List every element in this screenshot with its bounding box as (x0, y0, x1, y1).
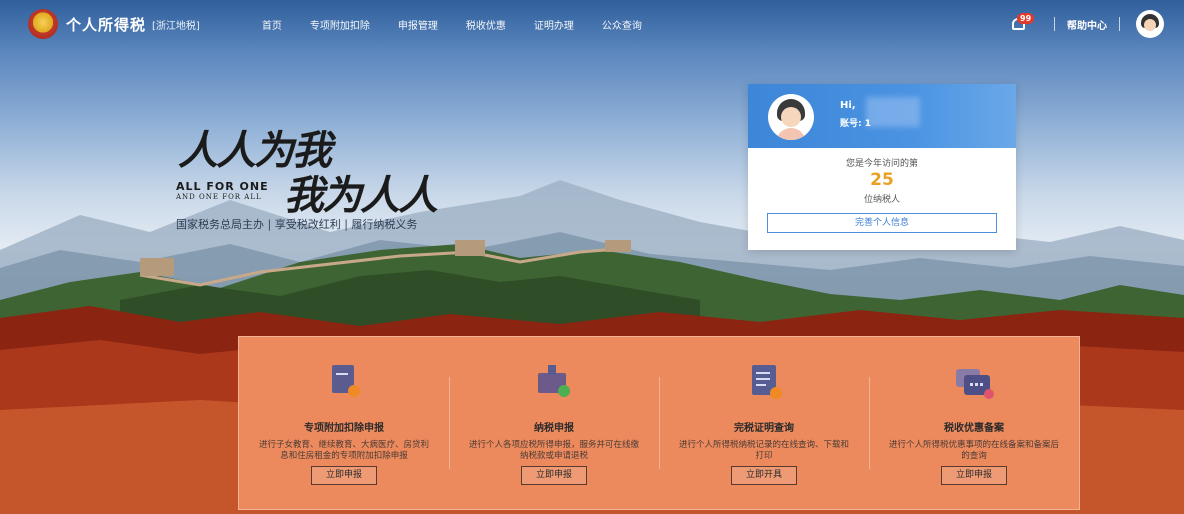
nav-item-public-query[interactable]: 公众查询 (588, 17, 656, 32)
avatar-body (776, 128, 806, 140)
service-card-tax-benefit: 税收优惠备案 进行个人所得税优惠事项的在线备案和备案后的查询 立即申报 (869, 337, 1079, 509)
doc-line (756, 384, 766, 386)
visit-prefix: 您是今年访问的第 (845, 159, 918, 169)
hero-tagline: 国家税务总局主办 | 享受税改红利 | 履行纳税义务 (176, 218, 418, 231)
service-description: 进行个人所得税优惠事项的在线备案和备案后的查询 (888, 440, 1059, 461)
service-description: 进行个人所得税纳税记录的在线查询、下载和打印 (678, 440, 849, 461)
user-card-header: Hi, 账号: 1 (748, 84, 1016, 148)
seal-badge (770, 387, 782, 399)
dot (970, 383, 973, 386)
apply-now-button[interactable]: 立即申报 (941, 466, 1007, 485)
service-title: 税收优惠备案 (944, 423, 1004, 434)
apply-now-button[interactable]: 立即申报 (311, 466, 377, 485)
visit-count: 25 (870, 170, 894, 190)
calligraphy-line-2: 我为人人 (284, 172, 438, 219)
tax-filing-icon (532, 361, 576, 405)
redacted-name (866, 97, 920, 127)
nav-item-filing-management[interactable]: 申报管理 (384, 17, 452, 32)
account-label: 账号: 1 (840, 119, 871, 129)
nav-item-special-deduction[interactable]: 专项附加扣除 (296, 17, 384, 32)
issue-now-button[interactable]: 立即开具 (731, 466, 797, 485)
services-panel: 专项附加扣除申报 进行子女教育、继续教育、大病医疗、房贷利息和住房租金的专项附加… (238, 336, 1080, 510)
user-avatar[interactable] (1136, 10, 1164, 38)
pencil-badge (348, 385, 360, 397)
top-nav-bar: 个人所得税 [浙江地税] 首页 专项附加扣除 申报管理 税收优惠 证明办理 公众… (0, 0, 1184, 48)
deduction-form-icon (322, 361, 366, 405)
service-title: 纳税申报 (534, 423, 574, 434)
service-title: 专项附加扣除申报 (304, 423, 384, 434)
divider (1054, 17, 1055, 31)
main-nav: 首页 专项附加扣除 申报管理 税收优惠 证明办理 公众查询 (248, 17, 656, 32)
help-center-link[interactable]: 帮助中心 (1067, 17, 1107, 32)
visit-info: 您是今年访问的第 25 位纳税人 完善个人信息 (748, 148, 1016, 233)
service-description: 进行个人各项应税所得申报，服务并可在线缴纳税款或申请退税 (468, 440, 639, 461)
user-info-card: Hi, 账号: 1 您是今年访问的第 25 位纳税人 完善个人信息 (748, 84, 1016, 250)
doc-line (756, 378, 770, 380)
notification-badge: 99 (1017, 13, 1035, 24)
apply-now-button[interactable]: 立即申报 (521, 466, 587, 485)
top-right-tools: 99 帮助中心 (1008, 10, 1164, 38)
app-title: 个人所得税 (66, 15, 147, 34)
service-card-deduction: 专项附加扣除申报 进行子女教育、继续教育、大病医疗、房贷利息和住房租金的专项附加… (239, 337, 449, 509)
avatar-face (1144, 19, 1156, 31)
visit-suffix: 位纳税人 (863, 195, 900, 205)
region-label: [浙江地税] (152, 20, 200, 32)
notification-bell-icon[interactable]: 99 (1008, 13, 1035, 35)
complete-profile-button[interactable]: 完善个人信息 (767, 213, 997, 233)
logo[interactable]: 个人所得税 [浙江地税] (28, 9, 200, 39)
service-description: 进行子女教育、继续教育、大病医疗、房贷利息和住房租金的专项附加扣除申报 (258, 440, 429, 461)
english-slogan-1: ALL FOR ONE (176, 180, 269, 193)
check-badge (558, 385, 570, 397)
service-card-certificate: 完税证明查询 进行个人所得税纳税记录的在线查询、下载和打印 立即开具 (659, 337, 869, 509)
divider (1119, 17, 1120, 31)
service-card-tax-filing: 纳税申报 进行个人各项应税所得申报，服务并可在线缴纳税款或申请退税 立即申报 (449, 337, 659, 509)
doc-line (756, 372, 770, 374)
tax-certificate-icon (742, 361, 786, 405)
nav-item-certificates[interactable]: 证明办理 (520, 17, 588, 32)
box-flag (548, 365, 556, 375)
english-slogan-2: AND ONE FOR ALL (176, 193, 262, 201)
dot (980, 383, 983, 386)
greeting: Hi, (840, 100, 856, 111)
user-card-avatar (768, 94, 814, 140)
dot (975, 383, 978, 386)
tax-benefit-icon (952, 361, 996, 405)
tax-emblem-icon (28, 9, 58, 39)
nav-item-home[interactable]: 首页 (248, 17, 296, 32)
nav-item-tax-benefits[interactable]: 税收优惠 (452, 17, 520, 32)
eye-badge (984, 389, 994, 399)
doc-line (336, 373, 348, 375)
service-title: 完税证明查询 (734, 423, 794, 434)
avatar-face (781, 107, 801, 127)
page-background: 个人所得税 [浙江地税] 首页 专项附加扣除 申报管理 税收优惠 证明办理 公众… (0, 0, 1184, 514)
